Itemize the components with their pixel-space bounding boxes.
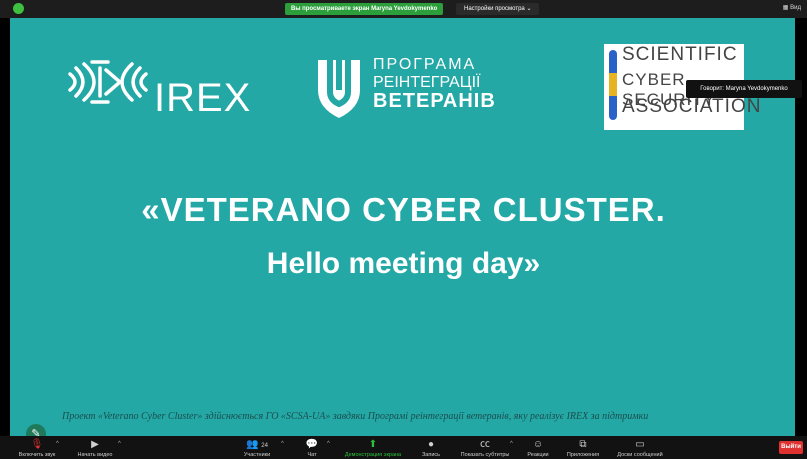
whiteboards-button[interactable]: ▭ Доски сообщений: [610, 436, 670, 459]
record-button[interactable]: ● Запись: [418, 436, 444, 459]
annotate-pencil-icon[interactable]: ✎: [26, 424, 46, 436]
screen-share-notice: Вы просматриваете экран Maryna Yevdokyme…: [285, 3, 444, 15]
reactions-button[interactable]: ☺ Реакции: [522, 436, 554, 459]
unmute-label: Включить звук: [18, 452, 56, 458]
veteran-program-logo: ПРОГРАМА РЕІНТЕГРАЦІЇ ВЕТЕРАНІВ: [316, 48, 526, 128]
reactions-label: Реакции: [527, 452, 549, 458]
share-screen-button[interactable]: ⬆ Демонстрация экрана: [338, 436, 408, 459]
chat-button[interactable]: 💬 Чат: [300, 436, 324, 459]
apps-icon: ⧉: [579, 439, 587, 450]
view-settings-dropdown[interactable]: Настройки просмотра ⌄: [456, 3, 540, 15]
chat-label: Чат: [307, 452, 317, 458]
irex-emblem-icon: [68, 60, 148, 104]
captions-label: Показать субтитры: [460, 452, 510, 458]
microphone-muted-icon: 🎙: [30, 439, 44, 450]
apps-button[interactable]: ⧉ Приложения: [560, 436, 606, 459]
scsa-color-bar-icon: [609, 50, 617, 120]
veteran-logo-line3: ВЕТЕРАНІВ: [373, 90, 496, 112]
video-options-chevron-icon[interactable]: ^: [118, 441, 121, 447]
video-off-icon: ▶: [91, 439, 99, 450]
grid-icon: ▦: [782, 5, 789, 11]
chat-chevron-icon[interactable]: ^: [327, 441, 330, 447]
unmute-button[interactable]: 🎙 Включить звук: [12, 436, 62, 459]
irex-logo: IREX: [68, 54, 250, 124]
scsa-logo-line1: SCIENTIFIC: [622, 44, 738, 65]
closed-captions-icon: ㏄: [480, 439, 490, 450]
record-icon: ●: [427, 439, 435, 450]
veteran-shield-icon: [318, 60, 360, 118]
meeting-toolbar: 🎙 Включить звук ^ ▶ Начать видео ^ 👥 24 …: [0, 436, 807, 459]
veteran-logo-line1: ПРОГРАМА: [373, 56, 477, 73]
audio-options-chevron-icon[interactable]: ^: [56, 441, 59, 447]
participants-icon: 👥: [246, 439, 259, 450]
participants-button[interactable]: 👥 24 Участники: [232, 436, 282, 459]
view-button-label: Вид: [790, 5, 801, 11]
reactions-icon: ☺: [532, 439, 544, 450]
participants-count: 24: [261, 443, 268, 449]
record-label: Запись: [421, 452, 441, 458]
share-screen-label: Демонстрация экрана: [344, 452, 402, 458]
whiteboards-label: Доски сообщений: [617, 452, 663, 458]
irex-logo-text: IREX: [154, 76, 252, 120]
start-video-button[interactable]: ▶ Начать видео: [70, 436, 120, 459]
scsa-logo-line3: ASSOCIATION: [622, 96, 762, 117]
chat-icon: 💬: [305, 439, 319, 450]
start-video-label: Начать видео: [77, 452, 113, 458]
view-settings-label: Настройки просмотра: [464, 6, 525, 12]
meeting-top-bar: Вы просматриваете экран Maryna Yevdokyme…: [0, 0, 807, 18]
leave-meeting-button[interactable]: Выйти: [779, 441, 803, 454]
apps-label: Приложения: [566, 452, 600, 458]
participants-label: Участники: [243, 452, 271, 458]
slide-footer-text: Проект «Veterano Cyber Cluster» здійснює…: [62, 411, 649, 422]
participants-chevron-icon[interactable]: ^: [281, 441, 284, 447]
slide-title-line1: «VETERANO CYBER CLUSTER.: [141, 191, 666, 228]
captions-chevron-icon[interactable]: ^: [510, 441, 513, 447]
whiteboard-icon: ▭: [635, 439, 645, 450]
share-screen-icon: ⬆: [368, 439, 378, 450]
slide-title-line2: Hello meeting day»: [266, 247, 541, 280]
active-speaker-tooltip: Говорит: Maryna Yevdokymenko: [686, 80, 802, 98]
captions-button[interactable]: ㏄ Показать субтитры: [454, 436, 516, 459]
view-button[interactable]: ▦ Вид: [783, 4, 801, 11]
security-shield-icon[interactable]: [13, 3, 24, 14]
chevron-down-icon: ⌄: [526, 6, 532, 12]
